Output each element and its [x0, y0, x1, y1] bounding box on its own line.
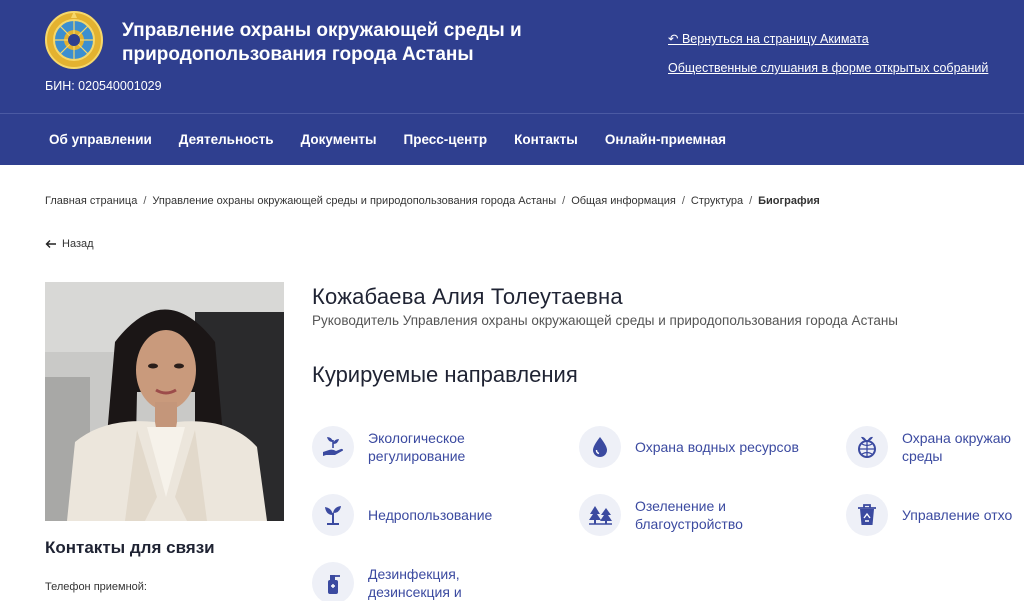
recycle-bin-icon	[846, 494, 888, 536]
direction-label: Экологическое регулирование	[368, 429, 465, 465]
bin-number: БИН: 020540001029	[45, 79, 162, 93]
direction-label-line: Охрана окружаю	[902, 430, 1012, 446]
breadcrumb-separator: /	[749, 195, 753, 207]
direction-label: Охрана водных ресурсов	[635, 438, 799, 456]
public-hearings-link[interactable]: Общественные слушания в форме открытых с…	[668, 60, 1024, 76]
direction-label-line: среды	[902, 448, 943, 464]
person-role: Руководитель Управления охраны окружающе…	[312, 313, 899, 328]
breadcrumb-general-info[interactable]: Общая информация	[571, 195, 676, 207]
hand-plant-icon	[312, 426, 354, 468]
breadcrumb-current: Биография	[758, 195, 820, 207]
direction-landscaping[interactable]: Озеленение и благоустройство	[579, 494, 743, 536]
globe-plant-icon	[846, 426, 888, 468]
direction-disinfection[interactable]: Дезинфекция, дезинсекция и	[312, 562, 462, 601]
water-drop-icon	[579, 426, 621, 468]
portrait-image	[45, 282, 284, 521]
direction-subsoil-use[interactable]: Недропользование	[312, 494, 492, 536]
direction-environment-protection[interactable]: Охрана окружаю среды	[846, 426, 1011, 468]
breadcrumb-separator: /	[562, 195, 566, 207]
nav-item-about[interactable]: Об управлении	[49, 132, 152, 147]
direction-label-line: Недропользование	[368, 507, 493, 523]
directions-title: Курируемые направления	[312, 362, 578, 387]
org-title-line-2: природопользования города Астаны	[122, 44, 474, 65]
contacts-title: Контакты для связи	[45, 538, 215, 557]
direction-waste-management[interactable]: Управление отхо	[846, 494, 1012, 536]
header-top: Управление охраны окружающей среды и при…	[0, 0, 1024, 113]
back-label: Назад	[62, 238, 94, 250]
phone-label: Телефон приемной:	[45, 581, 147, 593]
direction-label-line: Экологическое	[368, 430, 465, 446]
person-name: Кожабаева Алия Толеутаевна	[312, 284, 623, 309]
nav-item-contacts[interactable]: Контакты	[514, 132, 578, 147]
kazakhstan-emblem-icon[interactable]	[45, 9, 103, 71]
nav-item-documents[interactable]: Документы	[301, 132, 377, 147]
back-button[interactable]: Назад	[45, 238, 94, 250]
nav-item-activity[interactable]: Деятельность	[179, 132, 274, 147]
breadcrumb-home[interactable]: Главная страница	[45, 195, 137, 207]
nav-item-online-reception[interactable]: Онлайн-приемная	[605, 132, 726, 147]
site-header: Управление охраны окружающей среды и при…	[0, 0, 1024, 165]
direction-label-line: дезинсекция и	[368, 584, 462, 600]
direction-label: Управление отхо	[902, 506, 1012, 524]
arrow-left-icon	[45, 240, 56, 248]
person-photo	[45, 282, 284, 521]
direction-label: Озеленение и благоустройство	[635, 497, 743, 533]
trees-icon	[579, 494, 621, 536]
org-title-line-1: Управление охраны окружающей среды и	[122, 20, 522, 41]
spray-bottle-icon	[312, 562, 354, 601]
direction-water-protection[interactable]: Охрана водных ресурсов	[579, 426, 799, 468]
sprout-icon	[312, 494, 354, 536]
direction-ecological-regulation[interactable]: Экологическое регулирование	[312, 426, 465, 468]
direction-label: Охрана окружаю среды	[902, 429, 1011, 465]
direction-label-line: Озеленение и	[635, 498, 726, 514]
back-to-akimat-link[interactable]: ↶ Вернуться на страницу Акимата	[668, 31, 1024, 47]
direction-label-line: благоустройство	[635, 516, 743, 532]
direction-label-line: Управление отхо	[902, 507, 1013, 523]
nav-item-press-center[interactable]: Пресс-центр	[404, 132, 488, 147]
breadcrumb-separator: /	[143, 195, 147, 207]
breadcrumb-separator: /	[681, 195, 685, 207]
breadcrumb-department[interactable]: Управление охраны окружающей среды и при…	[152, 195, 556, 207]
direction-label-line: Дезинфекция,	[368, 566, 460, 582]
direction-label-line: регулирование	[368, 448, 466, 464]
direction-label-line: Охрана водных ресурсов	[635, 439, 799, 455]
main-nav: Об управлении Деятельность Документы Пре…	[0, 114, 1024, 165]
organization-title[interactable]: Управление охраны окружающей среды и при…	[122, 19, 542, 67]
header-links: ↶ Вернуться на страницу Акимата Обществе…	[668, 31, 1024, 76]
breadcrumb: Главная страница / Управление охраны окруж…	[45, 195, 820, 207]
direction-label: Дезинфекция, дезинсекция и	[368, 565, 462, 601]
direction-label: Недропользование	[368, 506, 492, 524]
breadcrumb-structure[interactable]: Структура	[691, 195, 743, 207]
